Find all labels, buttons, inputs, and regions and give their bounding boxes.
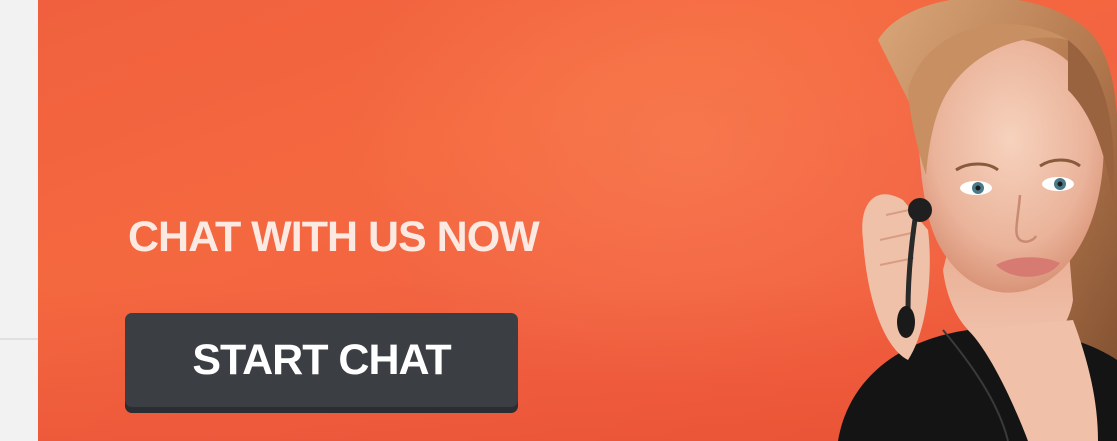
support-agent-image [838, 0, 1117, 441]
start-chat-button[interactable]: START CHAT [125, 313, 518, 407]
live-chat-banner[interactable]: CHAT WITH US NOW START CHAT [38, 0, 1117, 441]
chat-banner-page: CHAT WITH US NOW START CHAT [0, 0, 1117, 441]
chat-headline: CHAT WITH US NOW [128, 213, 540, 261]
side-strip-divider [0, 338, 38, 340]
page-side-strip [0, 0, 38, 441]
